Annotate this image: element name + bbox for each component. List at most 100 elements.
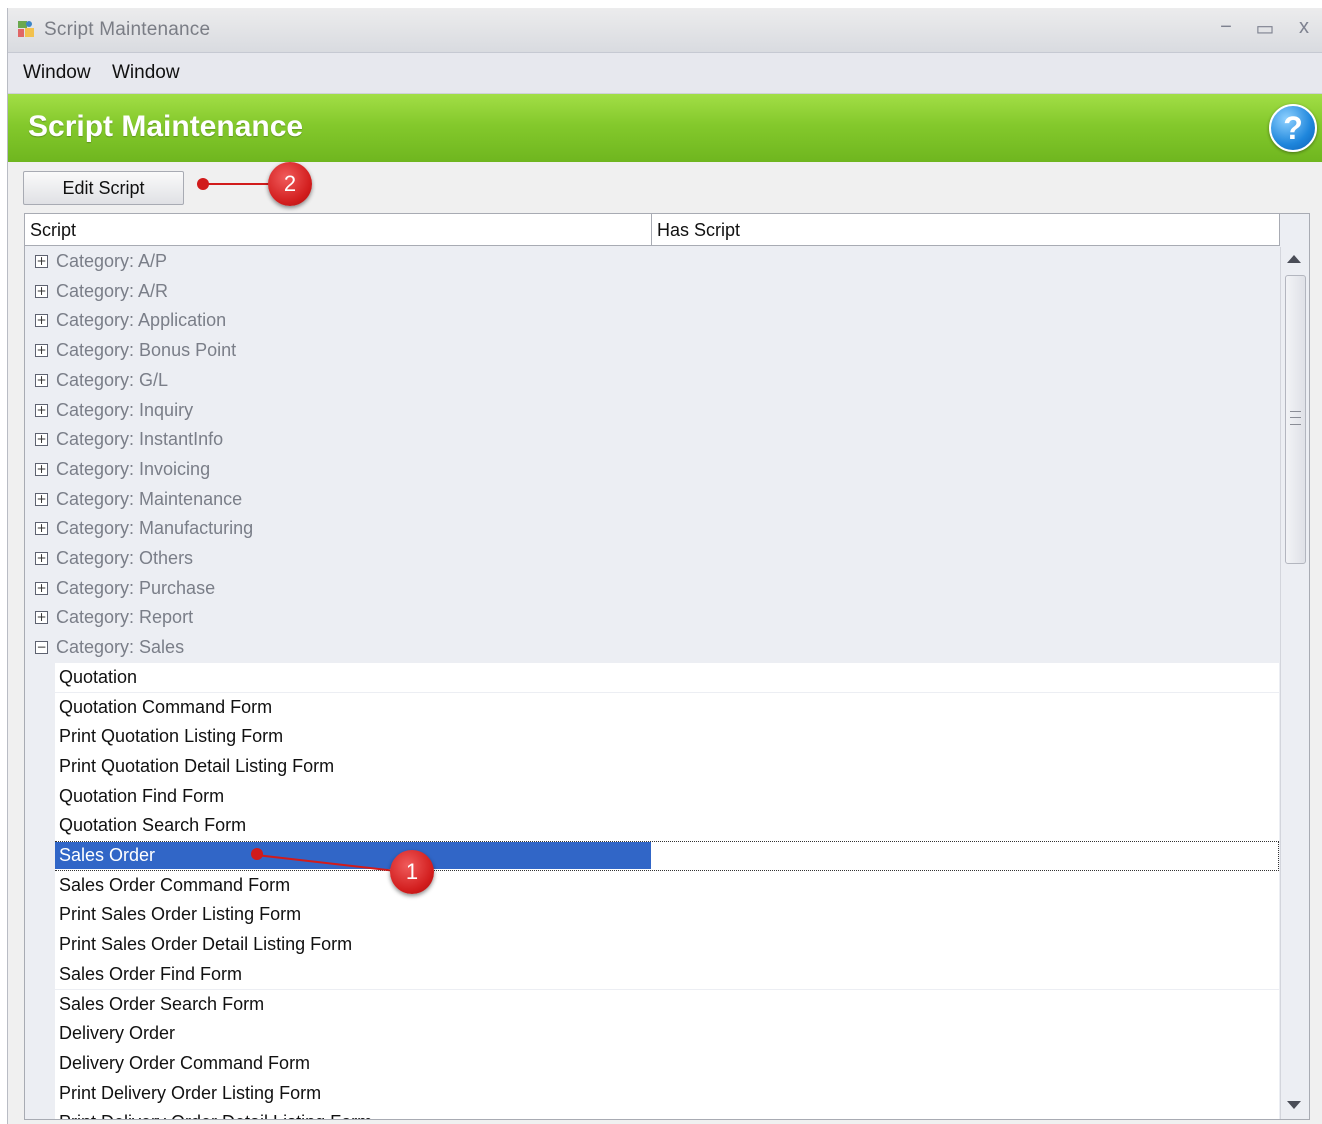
script-name: Print Quotation Detail Listing Form <box>59 755 335 776</box>
category-label: Category: G/L <box>56 369 169 390</box>
category-row[interactable]: + Category: InstantInfo <box>25 425 1279 455</box>
scrollbar-thumb[interactable] <box>1285 275 1306 564</box>
script-row[interactable]: Print Sales Order Detail Listing Form <box>55 930 1279 960</box>
expand-icon[interactable]: + <box>35 433 48 447</box>
script-row[interactable]: Print Sales Order Listing Form <box>55 900 1279 931</box>
script-grid: Script Has Script + Category: A/P + Catego… <box>24 213 1310 1120</box>
script-name: Print Sales Order Listing Form <box>59 904 302 925</box>
script-maintenance-window: Script Maintenance − ▭ x Window Window S… <box>7 8 1322 1124</box>
script-name: Quotation <box>59 666 138 687</box>
script-name: Delivery Order <box>59 1023 176 1044</box>
scroll-down-arrow-icon[interactable] <box>1287 1101 1301 1109</box>
page-title: Script Maintenance <box>28 110 304 143</box>
script-row[interactable]: Delivery Order Command Form <box>55 1048 1279 1079</box>
category-row[interactable]: + Category: A/R <box>25 277 1279 307</box>
title-bar: Script Maintenance − ▭ x <box>8 8 1322 53</box>
script-name: Print Quotation Listing Form <box>59 726 284 747</box>
category-row[interactable]: + Category: Purchase <box>25 574 1279 604</box>
category-label: Category: Others <box>56 548 194 568</box>
script-row[interactable]: Sales Order Command Form <box>55 870 1279 901</box>
category-label: Category: Maintenance <box>56 488 243 509</box>
annotation-pointer-line <box>202 183 272 185</box>
category-row-sales[interactable]: − Category: Sales <box>25 633 1279 663</box>
script-name: Sales Order Find Form <box>59 963 243 984</box>
script-row[interactable]: Quotation <box>55 662 1279 693</box>
script-name: Sales Order Search Form <box>59 993 265 1014</box>
expand-icon[interactable]: + <box>35 581 48 595</box>
expand-icon[interactable]: + <box>35 462 48 476</box>
collapse-icon[interactable]: − <box>35 641 48 655</box>
expand-icon[interactable]: + <box>35 611 48 625</box>
script-row[interactable]: Quotation Search Form <box>55 811 1279 841</box>
script-name: Quotation Command Form <box>59 696 273 717</box>
vertical-scrollbar[interactable] <box>1280 247 1309 1119</box>
help-icon[interactable]: ? <box>1269 104 1317 152</box>
category-row[interactable]: + Category: G/L <box>25 366 1279 396</box>
column-header-script[interactable]: Script <box>25 214 652 246</box>
window-title: Script Maintenance <box>44 19 211 40</box>
category-row[interactable]: + Category: Invoicing <box>25 455 1279 485</box>
minimize-button[interactable]: − <box>1212 16 1240 39</box>
menu-item-window-2[interactable]: Window <box>112 62 180 84</box>
category-label: Category: Purchase <box>56 577 216 598</box>
expand-icon[interactable]: + <box>35 255 48 268</box>
category-row[interactable]: + Category: Others <box>25 544 1279 574</box>
grip-icon <box>1290 411 1301 425</box>
category-row[interactable]: + Category: Bonus Point <box>25 336 1279 366</box>
annotation-badge-1: 1 <box>390 850 434 894</box>
category-row[interactable]: + Category: Report <box>25 603 1279 633</box>
category-label: Category: InstantInfo <box>56 429 224 450</box>
expand-icon[interactable]: + <box>35 344 48 358</box>
script-row[interactable]: Quotation Find Form <box>55 781 1279 812</box>
category-label: Category: Report <box>56 607 194 628</box>
category-label: Category: A/R <box>56 280 169 301</box>
column-header-has-script[interactable]: Has Script <box>652 214 1280 246</box>
scroll-up-arrow-icon[interactable] <box>1287 255 1301 263</box>
script-name: Quotation Search Form <box>59 815 247 836</box>
expand-icon[interactable]: + <box>35 314 48 328</box>
close-button[interactable]: x <box>1290 16 1318 39</box>
script-row[interactable]: Print Quotation Listing Form <box>55 722 1279 752</box>
script-row-selected[interactable]: Sales Order <box>55 841 1279 871</box>
script-row[interactable]: Print Quotation Detail Listing Form <box>55 751 1279 782</box>
script-row[interactable]: Delivery Order <box>55 1019 1279 1049</box>
script-name: Sales Order <box>59 845 156 865</box>
expand-icon[interactable]: + <box>35 373 48 387</box>
category-row[interactable]: + Category: Maintenance <box>25 485 1279 515</box>
edit-script-button[interactable]: Edit Script <box>23 171 184 205</box>
grid-rows: + Category: A/P + Category: A/R + Category:… <box>25 247 1279 1119</box>
script-row[interactable]: Quotation Command Form <box>55 692 1279 723</box>
category-row[interactable]: + Category: A/P <box>25 247 1279 277</box>
menu-item-window-1[interactable]: Window <box>23 62 91 84</box>
category-label: Category: Bonus Point <box>56 340 237 361</box>
maximize-button[interactable]: ▭ <box>1251 16 1279 41</box>
script-name: Quotation Find Form <box>59 785 225 806</box>
page-header: Script Maintenance ? <box>8 94 1322 162</box>
category-label: Category: A/P <box>56 251 168 271</box>
script-name: Print Delivery Order Listing Form <box>59 1082 322 1103</box>
script-row[interactable]: Print Delivery Order Listing Form <box>55 1078 1279 1109</box>
category-label: Category: Inquiry <box>56 399 194 420</box>
expand-icon[interactable]: + <box>35 403 48 417</box>
category-label: Category: Application <box>56 310 227 331</box>
category-label: Category: Invoicing <box>56 458 211 479</box>
annotation-badge-2: 2 <box>268 162 312 206</box>
category-row[interactable]: + Category: Inquiry <box>25 396 1279 426</box>
expand-icon[interactable]: + <box>35 522 48 536</box>
script-name: Sales Order Command Form <box>59 874 291 895</box>
menu-bar: Window Window <box>8 53 1322 94</box>
annotation-pointer-dot <box>197 178 209 190</box>
expand-icon[interactable]: + <box>35 284 48 298</box>
expand-icon[interactable]: + <box>35 492 48 506</box>
app-icon <box>18 21 34 37</box>
category-row[interactable]: + Category: Manufacturing <box>25 514 1279 544</box>
category-row[interactable]: + Category: Application <box>25 306 1279 336</box>
script-row[interactable]: Sales Order Search Form <box>55 989 1279 1020</box>
expand-icon[interactable]: + <box>35 552 48 565</box>
script-row[interactable]: Print Delivery Order Detail Listing Form <box>55 1108 1279 1119</box>
annotation-pointer-dot <box>251 848 263 860</box>
script-row[interactable]: Sales Order Find Form <box>55 959 1279 990</box>
script-name: Print Delivery Order Detail Listing Form <box>59 1108 372 1119</box>
category-label: Category: Manufacturing <box>56 518 254 539</box>
script-name: Delivery Order Command Form <box>59 1052 311 1073</box>
